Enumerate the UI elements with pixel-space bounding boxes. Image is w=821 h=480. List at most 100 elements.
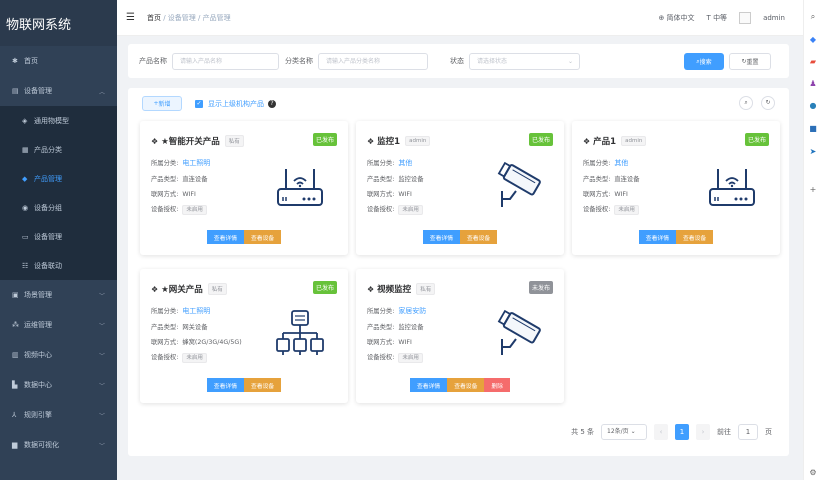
type-label: 产品类型: [367, 176, 395, 183]
page-size-select[interactable]: 12条/页 ⌄ [601, 424, 647, 440]
view-device-button[interactable]: 查看设备 [447, 378, 485, 392]
sidebar-item-video[interactable]: ▥ 视频中心 ﹀ [0, 340, 117, 370]
type-label: 产品类型: [583, 176, 611, 183]
view-device-button[interactable]: 查看设备 [676, 230, 714, 244]
product-name[interactable]: 产品1 [593, 135, 616, 147]
view-device-button[interactable]: 查看设备 [244, 230, 282, 244]
type-value: 网关设备 [182, 324, 208, 331]
auth-label: 设备授权: [151, 354, 179, 361]
card-header: ❖ ★网关产品 私有 [151, 283, 227, 295]
sidebar-item-thing-model[interactable]: ◈ 通用物模型 [0, 106, 117, 135]
type-row: 产品类型: 监控设备 [367, 174, 424, 183]
owner-tag: 私有 [416, 283, 436, 295]
send-icon[interactable]: ➤ [808, 147, 818, 157]
owner-tag: admin [405, 136, 431, 146]
delete-button[interactable]: 删除 [484, 378, 510, 392]
category-value[interactable]: 家居安防 [398, 307, 426, 315]
menu-toggle-icon[interactable]: ☰ [126, 12, 135, 23]
size-switch[interactable]: T 中等 [707, 13, 728, 23]
sidebar-item-data[interactable]: ▙ 数据中心 ﹀ [0, 370, 117, 400]
view-detail-button[interactable]: 查看详情 [638, 230, 676, 244]
sidebar-item-device-mgmt[interactable]: ▤ 设备管理 ︿ [0, 76, 117, 106]
page-number-button[interactable]: 1 [675, 424, 689, 440]
plus-icon[interactable]: + [808, 185, 818, 195]
breadcrumb-home[interactable]: 首页 [147, 14, 161, 22]
router-icon [274, 161, 326, 211]
sidebar-item-device[interactable]: ▭ 设备管理 [0, 222, 117, 251]
category-icon: ▦ [22, 145, 29, 154]
username[interactable]: admin [763, 14, 785, 22]
product-name[interactable]: 视频监控 [377, 283, 411, 295]
sidebar-item-product-mgmt[interactable]: ◆ 产品管理 [0, 164, 117, 193]
category-label: 所属分类: [583, 160, 611, 167]
type-value: 直连设备 [614, 176, 640, 183]
category-name-input[interactable]: 请输入产品分类名称 [318, 52, 428, 70]
category-row: 所属分类: 电工照明 [151, 306, 210, 316]
chevron-down-icon: ﹀ [98, 292, 105, 300]
product-name-input[interactable]: 请输入产品名称 [172, 52, 279, 70]
chevron-right-icon: › [701, 428, 705, 436]
category-row: 所属分类: 其他 [583, 158, 628, 168]
sidebar-item-device-group[interactable]: ◉ 设备分组 [0, 193, 117, 222]
type-value: 监控设备 [398, 324, 424, 331]
status-select[interactable]: 请选择状态 ⌄ [469, 52, 580, 70]
button-label: 删除 [491, 383, 503, 390]
show-parent-label[interactable]: 显示上级机构产品 [208, 99, 264, 109]
view-device-button[interactable]: 查看设备 [244, 378, 282, 392]
category-value[interactable]: 电工照明 [182, 159, 210, 167]
language-switch[interactable]: ⊕ 简体中文 [658, 13, 694, 23]
card-header: ❖ 监控1 admin [367, 135, 431, 147]
goto-page-input[interactable]: 1 [738, 424, 758, 440]
next-page-button[interactable]: › [696, 424, 710, 440]
briefcase-icon[interactable]: ▰ [808, 57, 818, 67]
reset-button[interactable]: ↻ 重置 [729, 53, 771, 70]
product-card: ❖ 监控1 admin 已发布 所属分类: 其他 产品类型: 监控设备 联网方式: WIFI 设备授… [356, 121, 564, 255]
view-detail-button[interactable]: 查看详情 [422, 230, 460, 244]
sidebar-item-home[interactable]: ✱ 首页 [0, 46, 117, 76]
product-card: ❖ ★网关产品 私有 已发布 所属分类: 电工照明 产品类型: 网关设备 联网方式: 蜂窝(2G/… [140, 269, 348, 403]
auth-row: 设备授权: 未启用 [367, 352, 423, 363]
auth-tag: 未启用 [614, 205, 639, 215]
people-icon[interactable]: ♟ [808, 79, 818, 89]
auth-tag: 未启用 [182, 205, 207, 215]
category-value[interactable]: 其他 [614, 159, 628, 167]
sidebar-item-rules[interactable]: ⅄ 规则引擎 ﹀ [0, 400, 117, 430]
view-detail-button[interactable]: 查看详情 [409, 378, 448, 392]
sidebar-item-scene[interactable]: ▣ 场景管理 ﹀ [0, 280, 117, 310]
prev-page-button[interactable]: ‹ [654, 424, 668, 440]
view-device-button[interactable]: 查看设备 [460, 230, 498, 244]
sidebar: 物联网系统 ✱ 首页 ▤ 设备管理 ︿ ◈ 通用物模型 ▦ 产品分类 ◆ 产品管理 ◉ 设备分… [0, 0, 117, 480]
product-name[interactable]: 监控1 [377, 135, 400, 147]
sidebar-item-product-category[interactable]: ▦ 产品分类 [0, 135, 117, 164]
outlook-icon[interactable]: ■ [808, 124, 818, 134]
search-button[interactable]: ⌕ 搜索 [684, 53, 724, 70]
product-card: ❖ 视频监控 私有 未发布 所属分类: 家居安防 产品类型: 监控设备 联网方式: WIFI 设备授… [356, 269, 564, 403]
search-icon[interactable]: ⌕ [808, 12, 818, 22]
tag-icon[interactable]: ◆ [808, 35, 818, 45]
network-row: 联网方式: WIFI [151, 189, 196, 198]
product-name[interactable]: ★网关产品 [161, 283, 203, 295]
sidebar-item-label: 运维管理 [24, 321, 52, 329]
button-label: 查看设备 [251, 383, 275, 390]
refresh-button[interactable]: ↻ [761, 96, 775, 110]
sidebar-item-device-linkage[interactable]: ☷ 设备联动 [0, 251, 117, 280]
circle-icon[interactable]: ● [808, 101, 818, 111]
add-button[interactable]: + 新增 [142, 96, 182, 111]
sidebar-item-label: 设备联动 [34, 261, 62, 270]
view-detail-button[interactable]: 查看详情 [206, 230, 244, 244]
button-label: 查看详情 [416, 383, 441, 390]
sidebar-item-visual[interactable]: ▆ 数据可视化 ﹀ [0, 430, 117, 460]
network-value: WIFI [398, 339, 412, 346]
toggle-search-button[interactable]: ⌕ [739, 96, 753, 110]
view-detail-button[interactable]: 查看详情 [206, 378, 244, 392]
page-size-value: 12条/页 [607, 428, 629, 435]
settings-icon[interactable]: ⚙ [808, 468, 818, 478]
show-parent-checkbox[interactable]: ✓ [195, 99, 203, 108]
sidebar-item-ops[interactable]: ⁂ 运维管理 ﹀ [0, 310, 117, 340]
category-value[interactable]: 电工照明 [182, 307, 210, 315]
category-value[interactable]: 其他 [398, 159, 412, 167]
size-label: 中等 [713, 14, 728, 22]
question-icon[interactable]: ? [268, 99, 276, 108]
product-name[interactable]: ★智能开关产品 [161, 135, 220, 147]
avatar[interactable] [739, 12, 752, 24]
